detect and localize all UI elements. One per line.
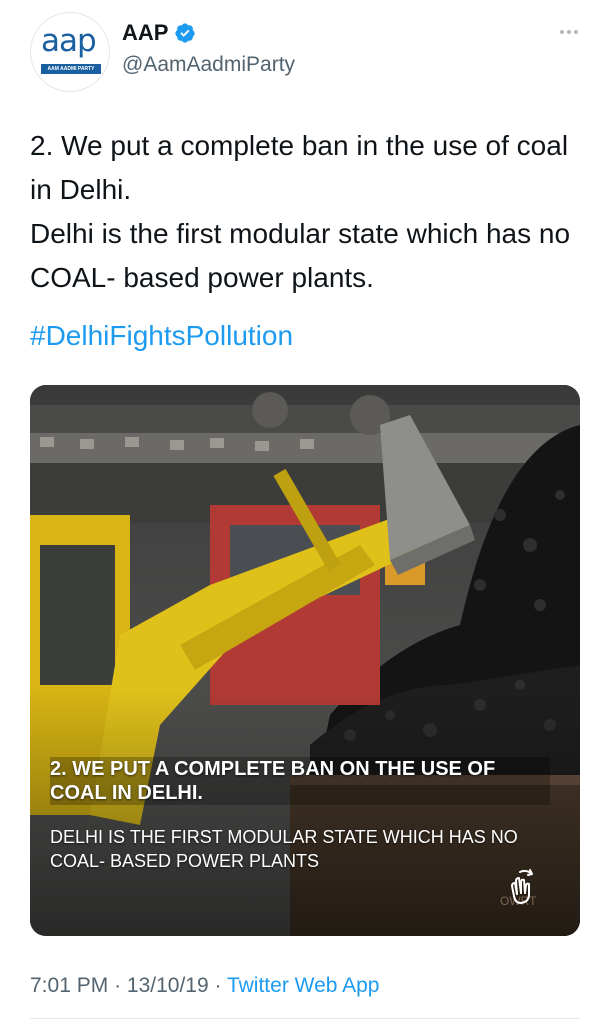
tweet-line-2: Delhi is the first modular state which h… bbox=[30, 218, 571, 293]
image-overlay-subtitle: DELHI IS THE FIRST MODULAR STATE WHICH H… bbox=[50, 827, 518, 871]
tweet-line-1: 2. We put a complete ban in the use of c… bbox=[30, 130, 569, 205]
hand-pointer-icon bbox=[511, 869, 533, 904]
hashtag-link[interactable]: #DelhiFightsPollution bbox=[30, 314, 590, 358]
handle[interactable]: @AamAadmiParty bbox=[122, 53, 295, 77]
tweet-time[interactable]: 7:01 PM bbox=[30, 974, 108, 997]
tweet-source-link[interactable]: Twitter Web App bbox=[227, 974, 380, 997]
tweet-date[interactable]: 13/10/19 bbox=[127, 974, 209, 997]
divider bbox=[30, 1018, 580, 1019]
name-row: AAP bbox=[122, 20, 196, 46]
avatar-logo-band: AAM AADMI PARTY bbox=[41, 64, 101, 74]
tweet-media-image[interactable]: OWRT 2. WE PUT A COMPLETE BAN ON THE USE… bbox=[30, 385, 580, 936]
tweet-text: 2. We put a complete ban in the use of c… bbox=[30, 124, 590, 358]
tweet-header: aap AAM AADMI PARTY AAP @AamAadmiParty bbox=[30, 12, 580, 92]
image-overlay-title: 2. WE PUT A COMPLETE BAN ON THE USE OF C… bbox=[50, 757, 550, 805]
avatar[interactable]: aap AAM AADMI PARTY bbox=[30, 12, 110, 92]
tweet-meta: 7:01 PM · 13/10/19 · Twitter Web App bbox=[30, 974, 380, 998]
meta-separator: · bbox=[114, 974, 122, 997]
more-options-icon[interactable] bbox=[560, 30, 578, 34]
display-name[interactable]: AAP bbox=[122, 20, 168, 46]
verified-badge-icon bbox=[175, 23, 196, 43]
meta-separator: · bbox=[214, 974, 222, 997]
avatar-logo-text: aap bbox=[41, 23, 97, 59]
